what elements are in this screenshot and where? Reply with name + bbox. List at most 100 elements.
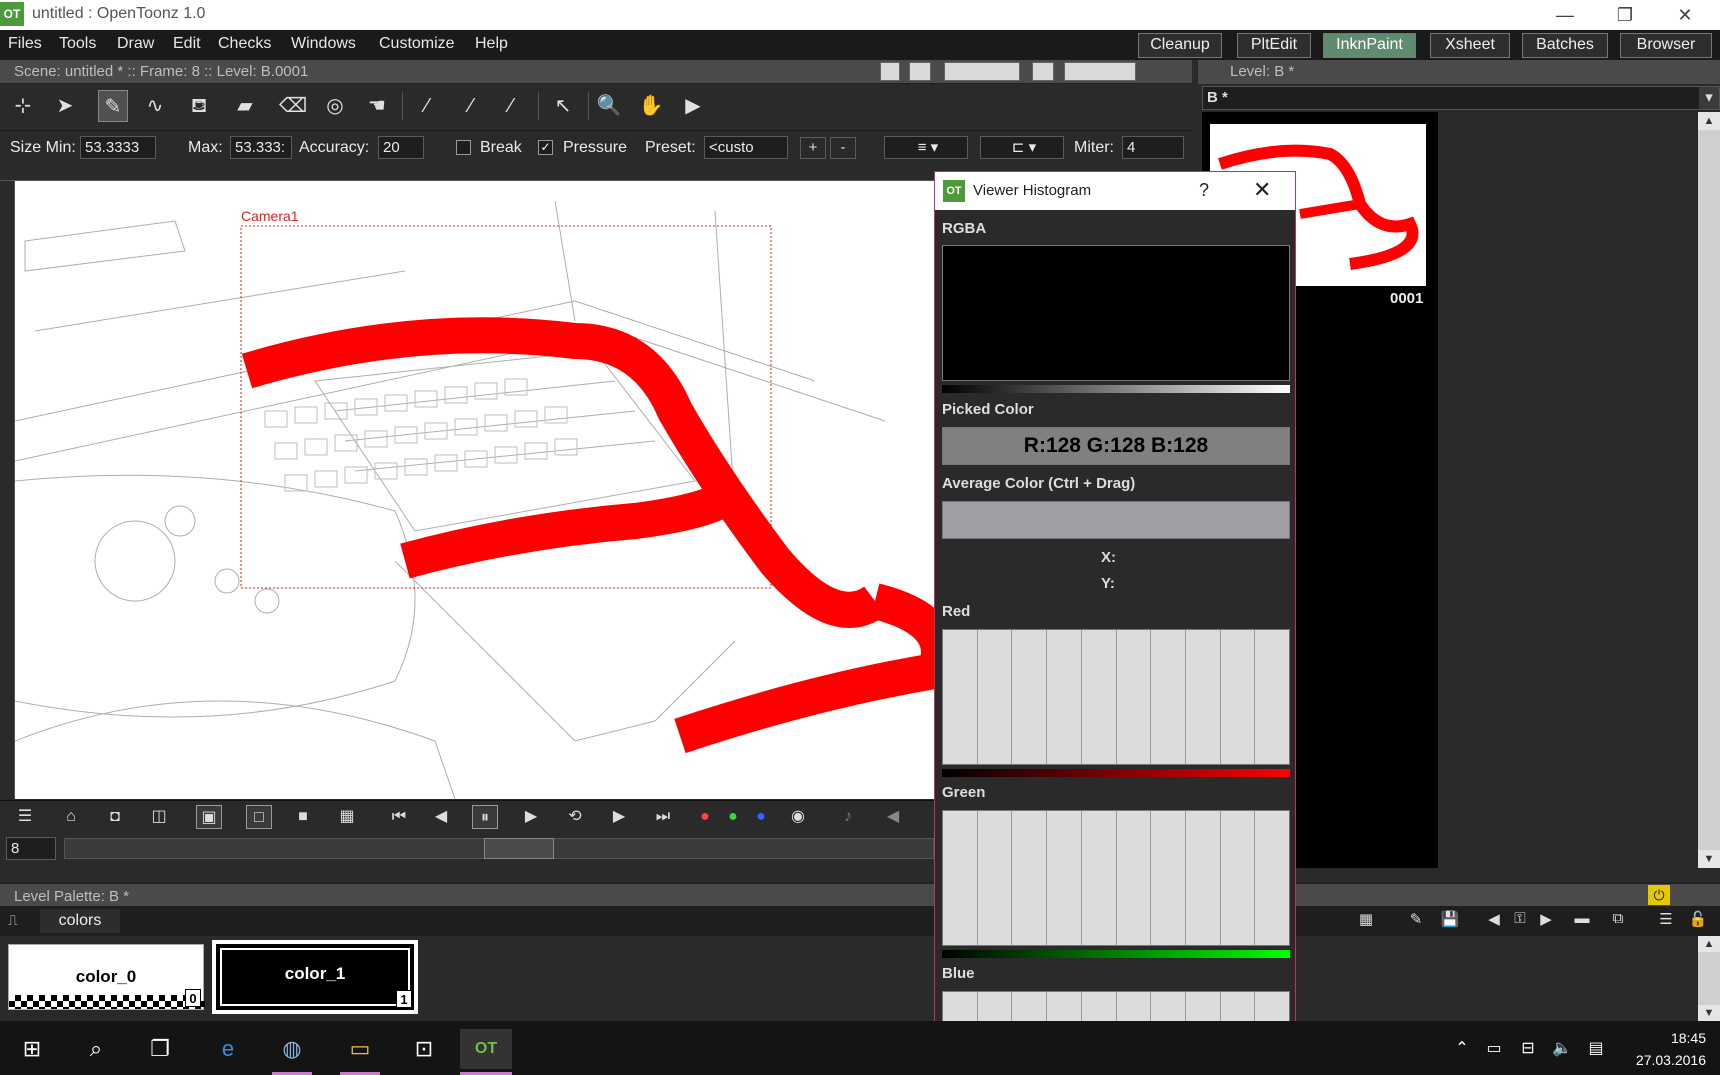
control-point-tool-icon[interactable]: ↖ — [548, 90, 578, 122]
blue-channel-icon[interactable]: ● — [748, 805, 774, 829]
red-channel-icon[interactable]: ● — [692, 805, 718, 829]
hand-tool-icon[interactable]: ✋ — [636, 90, 666, 122]
palette-menu-icon[interactable]: ☰ — [1652, 910, 1680, 932]
opentoonz-taskbar-icon[interactable]: OT — [460, 1029, 512, 1069]
room-tab-inknpaint[interactable]: InknPaint — [1323, 33, 1416, 58]
tape-tool-icon[interactable]: ◎ — [320, 90, 350, 122]
freeze-icon[interactable] — [1032, 62, 1054, 81]
notifications-icon[interactable]: ▤ — [1582, 1029, 1610, 1069]
pause-icon[interactable]: ⏸ — [472, 805, 498, 829]
start-icon[interactable]: ⊞ — [12, 1029, 52, 1069]
style-picker-tool-icon[interactable]: ⁄ — [412, 90, 442, 122]
compare-icon[interactable]: ◫ — [146, 805, 172, 829]
cap-style-dropdown[interactable]: ≡ ▾ — [884, 136, 968, 159]
geometric-tool-icon[interactable]: ∿ — [140, 90, 170, 122]
style-chip-color-0[interactable]: color_0 0 — [8, 944, 205, 1010]
key-icon[interactable]: ⚿ — [1506, 910, 1534, 932]
rgb-picker-tool-icon[interactable]: ⁄ — [456, 90, 486, 122]
prev-frame-icon[interactable]: ◀ — [428, 805, 454, 829]
play-icon[interactable]: ▶ — [518, 805, 544, 829]
room-tab-pltedit[interactable]: PltEdit — [1237, 33, 1311, 58]
last-frame-icon[interactable]: ⏭ — [650, 805, 676, 829]
file-explorer-icon[interactable]: ▭ — [340, 1029, 380, 1069]
vertical-ruler[interactable] — [0, 181, 14, 799]
palette-page-tab-colors[interactable]: colors — [40, 909, 120, 933]
close-button[interactable]: ✕ — [1253, 177, 1271, 203]
field-guide-icon[interactable] — [909, 62, 931, 81]
remove-preset-button[interactable]: - — [830, 137, 856, 159]
safe-area-icon[interactable] — [880, 62, 900, 81]
help-button[interactable]: ? — [1199, 180, 1209, 201]
scroll-down-icon[interactable]: ▼ — [1698, 850, 1720, 868]
store-icon[interactable]: ⊡ — [404, 1029, 444, 1069]
scroll-left-icon[interactable]: ◀ — [880, 805, 906, 829]
system-clock[interactable]: 18:45 27.03.2016 — [1636, 1027, 1706, 1071]
paint-brush-tool-icon[interactable]: ▰ — [230, 90, 260, 122]
steam-icon[interactable]: ◍ — [272, 1029, 312, 1069]
level-name-field[interactable]: B * ▾ — [1202, 86, 1720, 110]
palette-view-icon[interactable]: ⎍ — [8, 912, 30, 930]
next-style-icon[interactable]: ▶ — [1532, 910, 1560, 932]
battery-icon[interactable]: ▭ — [1480, 1029, 1508, 1069]
minimize-button[interactable]: — — [1535, 0, 1595, 30]
miter-field[interactable]: 4 — [1122, 136, 1184, 159]
white-bg-icon[interactable]: □ — [246, 805, 272, 829]
finger-tool-icon[interactable]: ☚ — [362, 90, 392, 122]
menu-help[interactable]: Help — [475, 35, 508, 53]
join-style-dropdown[interactable]: ⊏ ▾ — [980, 136, 1064, 159]
ruler-tool-icon[interactable]: ⁄ — [496, 90, 526, 122]
selection-tool-icon[interactable]: ➤ — [50, 90, 80, 122]
more-tools-icon[interactable]: ▶ — [678, 90, 708, 122]
palette-scrollbar[interactable]: ▲ ▼ — [1698, 936, 1720, 1021]
palette-lock-icon[interactable]: 🔓 — [1684, 910, 1712, 932]
first-frame-icon[interactable]: ⏮ — [386, 805, 412, 829]
frame-slider-handle[interactable] — [484, 838, 554, 859]
preview-icon[interactable] — [1064, 62, 1136, 81]
prev-style-icon[interactable]: ◀ — [1480, 910, 1508, 932]
volume-icon[interactable]: 🔈 — [1548, 1029, 1576, 1069]
menu-files[interactable]: Files — [8, 35, 42, 53]
pressure-checkbox[interactable]: ✓ — [538, 140, 553, 155]
room-tab-browser[interactable]: Browser — [1620, 33, 1712, 58]
accuracy-field[interactable]: 20 — [378, 136, 424, 159]
menu-customize[interactable]: Customize — [379, 35, 455, 53]
edit-palette-icon[interactable]: ✎ — [1402, 910, 1430, 932]
brush-tool-icon[interactable]: ✎ — [98, 90, 128, 122]
viewer-menu-icon[interactable]: ☰ — [12, 805, 38, 829]
scroll-down-icon[interactable]: ▼ — [1698, 1005, 1720, 1021]
network-icon[interactable]: ⊟ — [1514, 1029, 1542, 1069]
fill-tool-icon[interactable]: ⛾ — [184, 90, 214, 122]
lock-palette-icon[interactable]: ⏻ — [1648, 885, 1670, 905]
histogram-title-bar[interactable]: OT Viewer Histogram ? ✕ — [935, 172, 1295, 210]
eraser-tool-icon[interactable]: ⌫ — [278, 90, 308, 122]
green-channel-icon[interactable]: ● — [720, 805, 746, 829]
checker-bg-icon[interactable]: ▦ — [334, 805, 360, 829]
task-view-icon[interactable]: ❐ — [140, 1029, 180, 1069]
camera-icon[interactable]: ◘ — [102, 805, 128, 829]
show-hidden-icons-icon[interactable]: ⌃ — [1448, 1029, 1476, 1069]
zoom-tool-icon[interactable]: 🔍 — [594, 90, 624, 122]
sound-icon[interactable]: ♪ — [835, 805, 861, 829]
alpha-channel-icon[interactable]: ◉ — [785, 805, 811, 829]
grid-view-icon[interactable]: ▦ — [1352, 910, 1380, 932]
menu-draw[interactable]: Draw — [117, 35, 154, 53]
define-subcamera-icon[interactable]: ▣ — [196, 805, 222, 829]
size-min-field[interactable]: 53.3333 — [80, 136, 156, 159]
menu-checks[interactable]: Checks — [218, 35, 271, 53]
new-page-icon[interactable]: ▬ — [1568, 910, 1596, 932]
search-icon[interactable]: ⌕ — [76, 1029, 116, 1069]
max-field[interactable]: 53.333: — [230, 136, 292, 159]
snapshot-icon[interactable]: ⌂ — [58, 805, 84, 829]
horizontal-ruler[interactable] — [0, 162, 940, 181]
edge-browser-icon[interactable]: e — [208, 1029, 248, 1069]
break-checkbox[interactable] — [456, 140, 471, 155]
frame-field[interactable]: 8 — [6, 837, 56, 860]
next-frame-icon[interactable]: ▶ — [606, 805, 632, 829]
style-chip-color-1[interactable]: color_1 1 — [212, 940, 418, 1014]
new-style-icon[interactable]: ⧉ — [1604, 910, 1632, 932]
close-button[interactable]: ✕ — [1655, 0, 1715, 30]
add-preset-button[interactable]: + — [800, 137, 826, 159]
restore-button[interactable]: ❐ — [1595, 0, 1655, 30]
menu-edit[interactable]: Edit — [173, 35, 201, 53]
chevron-down-icon[interactable]: ▾ — [1699, 87, 1719, 109]
